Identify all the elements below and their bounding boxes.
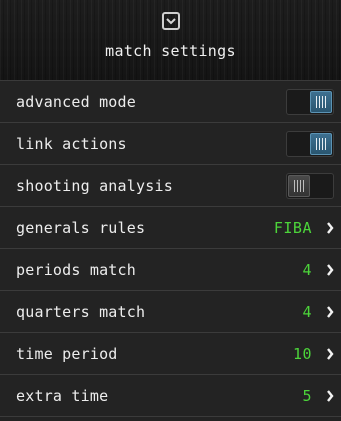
advanced-mode-toggle[interactable] — [286, 88, 334, 115]
setting-value: 4 — [302, 260, 312, 279]
setting-value: 5 — [302, 386, 312, 405]
chevron-right-icon — [327, 221, 334, 234]
setting-row-generals-rules[interactable]: generals rules FIBA — [0, 207, 341, 249]
setting-value: 4 — [302, 302, 312, 321]
shooting-analysis-toggle[interactable] — [286, 172, 334, 199]
setting-label: generals rules — [16, 218, 146, 237]
chevron-down-icon — [165, 17, 176, 24]
chevron-right-icon — [327, 347, 334, 360]
setting-label: shooting analysis — [16, 176, 173, 195]
header: match settings — [0, 0, 341, 81]
setting-label: quarters match — [16, 302, 146, 321]
setting-row-advanced-mode: advanced mode — [0, 81, 341, 123]
setting-row-extra-time[interactable]: extra time 5 — [0, 375, 341, 417]
collapse-button[interactable] — [161, 12, 180, 30]
setting-row-shooting-analysis: shooting analysis — [0, 165, 341, 207]
setting-row-periods-match[interactable]: periods match 4 — [0, 249, 341, 291]
setting-value: 10 — [292, 344, 312, 363]
chevron-right-icon — [327, 263, 334, 276]
chevron-right-icon — [327, 305, 334, 318]
setting-row-quarters-match[interactable]: quarters match 4 — [0, 291, 341, 333]
setting-row-link-actions: link actions — [0, 123, 341, 165]
toggle-knob[interactable] — [310, 132, 332, 155]
setting-value: FIBA — [273, 218, 312, 237]
setting-label: periods match — [16, 260, 136, 279]
setting-label: link actions — [16, 134, 127, 153]
setting-label: extra time — [16, 386, 109, 405]
page-title: match settings — [105, 42, 236, 60]
setting-row-time-period[interactable]: time period 10 — [0, 333, 341, 375]
link-actions-toggle[interactable] — [286, 130, 334, 157]
chevron-right-icon — [327, 389, 334, 402]
setting-label: time period — [16, 344, 118, 363]
setting-label: advanced mode — [16, 92, 136, 111]
toggle-knob[interactable] — [288, 174, 310, 197]
toggle-knob[interactable] — [310, 90, 332, 113]
